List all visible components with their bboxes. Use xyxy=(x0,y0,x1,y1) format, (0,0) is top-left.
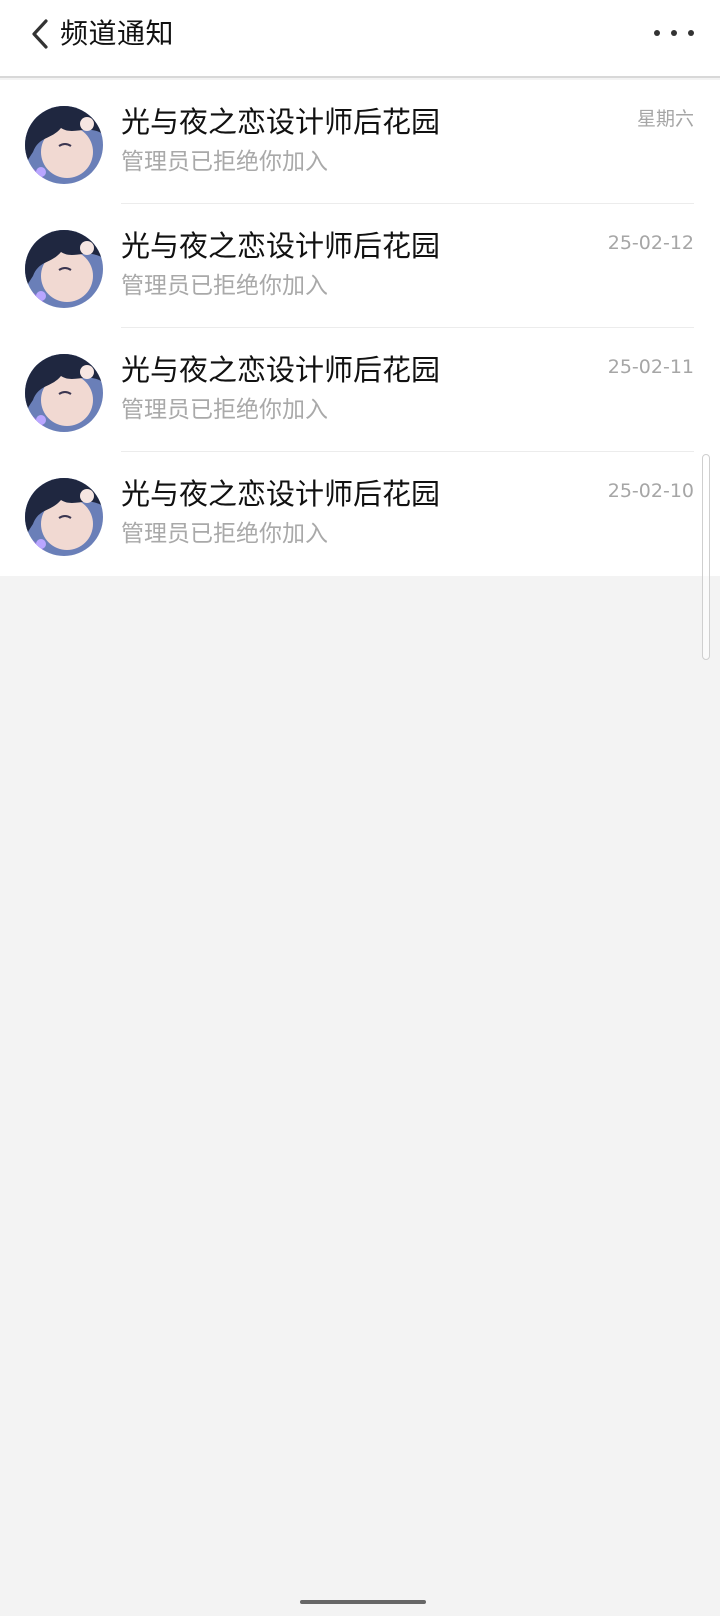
more-horizontal-icon-dot xyxy=(671,30,677,36)
notification-title: 光与夜之恋设计师后花园 xyxy=(121,477,441,511)
notification-message: 管理员已拒绝你加入 xyxy=(121,149,328,175)
more-horizontal-icon-dot xyxy=(688,30,694,36)
more-horizontal-icon xyxy=(654,30,660,36)
channel-avatar[interactable] xyxy=(25,106,103,184)
channel-avatar[interactable] xyxy=(25,478,103,556)
notification-date: 25-02-11 xyxy=(607,356,694,378)
notification-title: 光与夜之恋设计师后花园 xyxy=(121,105,441,139)
notification-list: 光与夜之恋设计师后花园 管理员已拒绝你加入 星期六 光与夜之恋设计师后花园 管理… xyxy=(0,80,720,576)
scrollbar[interactable] xyxy=(702,454,710,660)
more-options-button[interactable] xyxy=(654,18,694,48)
channel-avatar[interactable] xyxy=(25,230,103,308)
notification-item[interactable]: 光与夜之恋设计师后花园 管理员已拒绝你加入 25-02-10 xyxy=(0,452,720,576)
back-button[interactable] xyxy=(22,16,58,52)
home-indicator[interactable] xyxy=(300,1600,426,1604)
top-app-bar: 频道通知 xyxy=(0,0,720,78)
notification-message: 管理员已拒绝你加入 xyxy=(121,521,328,547)
notification-title: 光与夜之恋设计师后花园 xyxy=(121,353,441,387)
notification-date: 星期六 xyxy=(636,108,694,130)
notification-date: 25-02-12 xyxy=(607,232,694,254)
notification-message: 管理员已拒绝你加入 xyxy=(121,397,328,423)
notification-title: 光与夜之恋设计师后花园 xyxy=(121,229,441,263)
channel-avatar[interactable] xyxy=(25,354,103,432)
notification-item[interactable]: 光与夜之恋设计师后花园 管理员已拒绝你加入 25-02-12 xyxy=(0,204,720,328)
notification-item[interactable]: 光与夜之恋设计师后花园 管理员已拒绝你加入 星期六 xyxy=(0,80,720,204)
notification-item[interactable]: 光与夜之恋设计师后花园 管理员已拒绝你加入 25-02-11 xyxy=(0,328,720,452)
notification-date: 25-02-10 xyxy=(607,480,694,502)
page-title: 频道通知 xyxy=(60,17,175,50)
chevron-left-icon xyxy=(32,19,48,49)
notification-message: 管理员已拒绝你加入 xyxy=(121,273,328,299)
